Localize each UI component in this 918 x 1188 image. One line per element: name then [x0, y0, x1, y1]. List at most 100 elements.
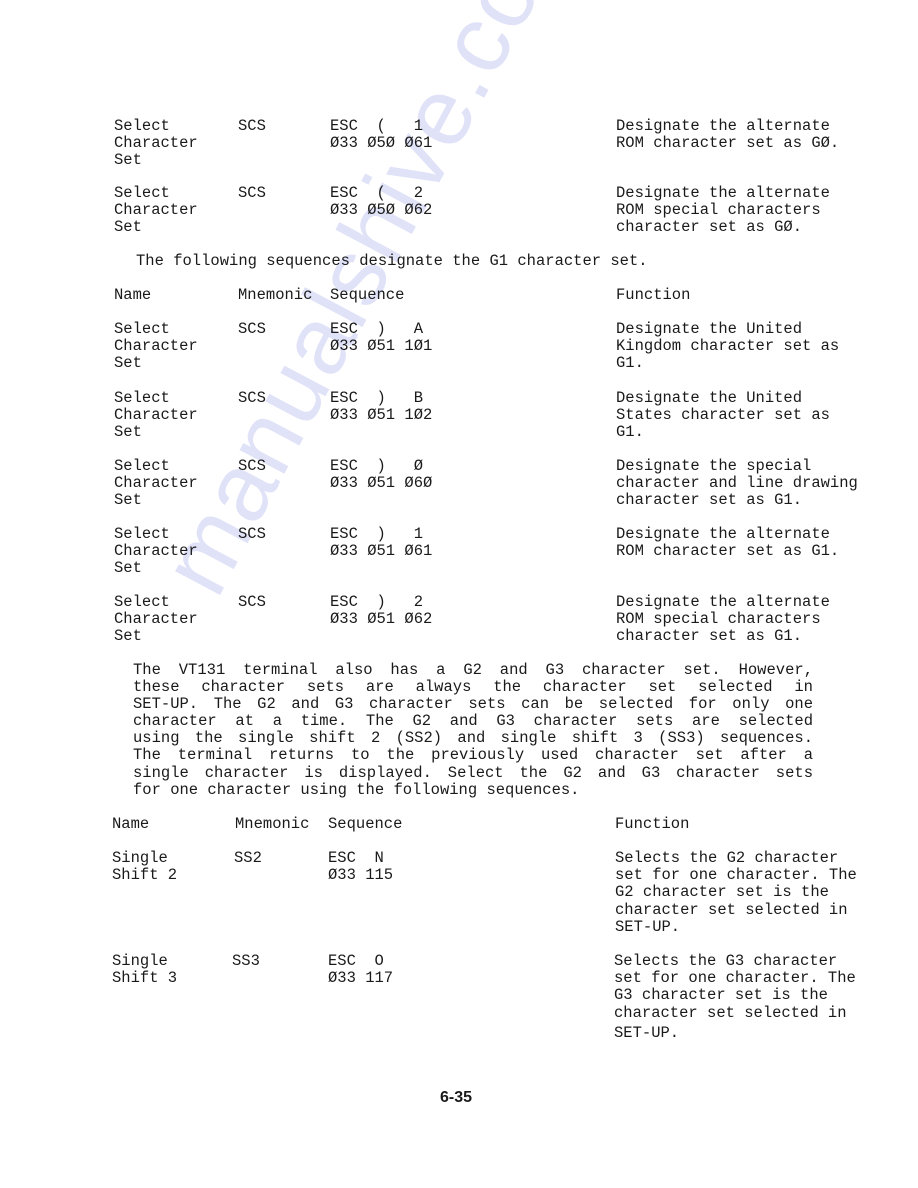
row-function: Selects the G3 character set for one char… — [614, 952, 856, 1042]
sequence-line: Ø33 Ø5Ø Ø62 — [330, 201, 433, 220]
function-line: Designate the United — [616, 389, 803, 407]
row-function: Designate the alternate ROM special chara… — [616, 593, 830, 646]
function-line: Kingdom character set as — [616, 337, 840, 356]
name-line: Select — [114, 457, 170, 475]
name-line: Set — [114, 423, 142, 442]
function-line: character set selected in — [614, 1003, 847, 1022]
name-line: Character — [114, 201, 198, 220]
row-sequence: ESC N Ø33 115 — [328, 849, 394, 885]
name-line: Select — [114, 593, 170, 611]
sequence-line: Ø33 117 — [328, 969, 394, 988]
function-line: character set as GØ. — [616, 218, 803, 237]
name-line: Single — [112, 952, 168, 970]
sequence-line: ESC O — [328, 952, 384, 970]
sequence-line: Ø33 Ø51 Ø6Ø — [330, 474, 433, 493]
row-name: Select Character Set — [114, 389, 198, 442]
row-mnemonic: SS3 — [232, 952, 260, 970]
paragraph-line: using the single shift 2 (SS2) and singl… — [133, 729, 813, 748]
page-number: 6-35 — [440, 1089, 473, 1106]
name-line: Shift 2 — [112, 866, 178, 885]
function-line: SET-UP. — [615, 917, 681, 936]
sequence-line: ESC ) 1 — [330, 525, 424, 543]
row-mnemonic: SS2 — [234, 849, 262, 867]
sequence-line: Ø33 115 — [328, 866, 394, 885]
function-line: SET-UP. — [614, 1023, 680, 1042]
row-mnemonic: SCS — [238, 593, 266, 611]
sequence-line: Ø33 Ø51 1Ø2 — [330, 406, 433, 425]
header-sequence: Sequence — [328, 815, 403, 833]
name-line: Single — [112, 849, 168, 867]
row-mnemonic: SCS — [238, 457, 266, 475]
function-line: Designate the alternate — [616, 593, 830, 611]
name-line: Set — [114, 354, 142, 373]
name-line: Character — [114, 610, 198, 629]
name-line: Set — [114, 218, 142, 237]
header-function: Function — [616, 286, 691, 304]
function-line: character set as G1. — [616, 627, 803, 646]
header-sequence: Sequence — [330, 286, 405, 304]
name-line: Set — [114, 491, 142, 510]
row-name: Select Character Set — [114, 525, 198, 578]
paragraph-line: SET-UP. The G2 and G3 character sets can… — [133, 695, 813, 714]
sequence-line: Ø33 Ø51 Ø61 — [330, 542, 433, 561]
function-line: States character set as — [616, 406, 830, 425]
row-sequence: ESC ) Ø Ø33 Ø51 Ø6Ø — [330, 457, 433, 493]
sequence-line: Ø33 Ø51 Ø62 — [330, 610, 433, 629]
row-sequence: ESC O Ø33 117 — [328, 952, 394, 988]
row-mnemonic: SCS — [238, 389, 266, 407]
name-line: Set — [114, 627, 142, 646]
g2-g3-paragraph: The VT131 terminal also has a G2 and G3 … — [133, 661, 813, 799]
header-function: Function — [615, 815, 690, 833]
row-name: Select Character Set — [114, 457, 198, 510]
name-line: Select — [114, 117, 170, 135]
function-line: character and line drawing — [616, 474, 858, 493]
row-sequence: ESC ) A Ø33 Ø51 1Ø1 — [330, 320, 432, 355]
sequence-line: ESC ) B — [330, 389, 424, 407]
row-name: Single Shift 3 — [112, 952, 178, 988]
watermark: manualshive.com — [140, 0, 601, 611]
row-function: Selects the G2 character set for one char… — [615, 849, 857, 936]
function-line: G1. — [616, 423, 644, 442]
name-line: Select — [114, 389, 170, 407]
function-line: character set selected in — [615, 900, 848, 919]
name-line: Character — [114, 337, 198, 356]
name-line: Set — [114, 559, 142, 578]
row-name: Select Character Set — [114, 184, 198, 237]
sequence-line: ESC ) A — [330, 320, 424, 338]
row-function: Designate the United States character set… — [616, 389, 830, 442]
row-mnemonic: SCS — [238, 320, 266, 338]
row-function: Designate the alternate ROM special chara… — [616, 184, 830, 237]
sequence-line: ESC N — [328, 849, 384, 867]
function-line: G3 character set is the — [614, 986, 828, 1005]
paragraph-line: single character is displayed. Select th… — [133, 763, 813, 782]
row-name: Select Character Set — [114, 320, 198, 373]
row-mnemonic: SCS — [238, 525, 266, 543]
header-mnemonic: Mnemonic — [235, 815, 310, 833]
row-function: Designate the alternate ROM character set… — [616, 525, 840, 561]
sequence-line: ESC ) 2 — [330, 593, 424, 611]
function-line: ROM character set as G1. — [616, 542, 840, 561]
paragraph-line: character at a time. The G2 and G3 chara… — [133, 712, 813, 731]
name-line: Set — [114, 151, 142, 170]
function-line: Selects the G3 character — [614, 952, 838, 970]
row-sequence: ESC ( 1 Ø33 Ø5Ø Ø61 — [330, 117, 432, 152]
row-sequence: ESC ) B Ø33 Ø51 1Ø2 — [330, 389, 433, 425]
row-name: Select Character Set — [114, 593, 198, 646]
row-name: Single Shift 2 — [112, 849, 178, 885]
function-line: ROM character set as GØ. — [616, 134, 840, 153]
header-name: Name — [114, 286, 152, 304]
row-mnemonic: SCS — [238, 117, 266, 135]
function-line: character set as G1. — [616, 491, 803, 510]
name-line: Select — [114, 184, 170, 202]
name-line: Character — [114, 542, 198, 561]
paragraph-line: for one character using the following se… — [133, 780, 580, 799]
paragraph-line: The terminal returns to the previously u… — [133, 746, 813, 765]
sequence-line: ESC ) Ø — [330, 457, 424, 475]
name-line: Character — [114, 134, 198, 153]
name-line: Shift 3 — [112, 969, 178, 988]
function-line: G1. — [616, 354, 644, 373]
row-sequence: ESC ) 1 Ø33 Ø51 Ø61 — [330, 525, 433, 561]
function-line: ROM special characters — [616, 610, 821, 629]
name-line: Select — [114, 525, 170, 543]
function-line: Designate the United — [616, 320, 803, 338]
